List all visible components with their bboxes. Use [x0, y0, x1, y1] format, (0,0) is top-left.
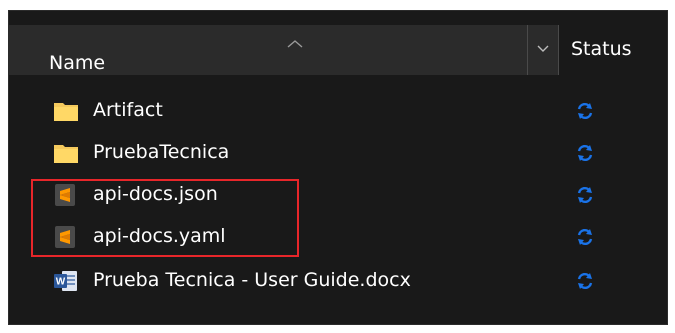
file-name: Artifact — [93, 99, 163, 121]
file-row-user-guide-docx[interactable]: W Prueba Tecnica - User Guide.docx — [9, 261, 667, 301]
folder-icon — [54, 145, 78, 163]
chevron-down-icon — [537, 45, 549, 52]
name-column-dropdown[interactable] — [528, 25, 558, 75]
file-name: PruebaTecnica — [93, 141, 230, 163]
word-document-icon: W — [54, 271, 77, 291]
sync-icon — [577, 272, 593, 290]
file-name: Prueba Tecnica - User Guide.docx — [93, 269, 411, 291]
name-column-label: Name — [49, 52, 106, 74]
column-header-bar: Name Status — [9, 11, 667, 75]
sync-icon — [577, 228, 593, 246]
highlight-box — [31, 179, 299, 257]
folder-icon — [54, 103, 78, 121]
name-column-header[interactable]: Name — [9, 25, 527, 75]
file-explorer-window: Name Status Artifact PruebaTecnica api-d… — [8, 10, 668, 325]
file-row-pruebatecnica[interactable]: PruebaTecnica — [9, 133, 667, 173]
column-divider[interactable] — [558, 25, 559, 75]
sync-icon — [577, 102, 593, 120]
status-column-header[interactable]: Status — [571, 38, 632, 60]
sync-icon — [577, 186, 593, 204]
sort-ascending-icon — [287, 40, 303, 48]
sync-icon — [577, 144, 593, 162]
svg-text:W: W — [56, 277, 66, 288]
file-row-artifact[interactable]: Artifact — [9, 91, 667, 131]
